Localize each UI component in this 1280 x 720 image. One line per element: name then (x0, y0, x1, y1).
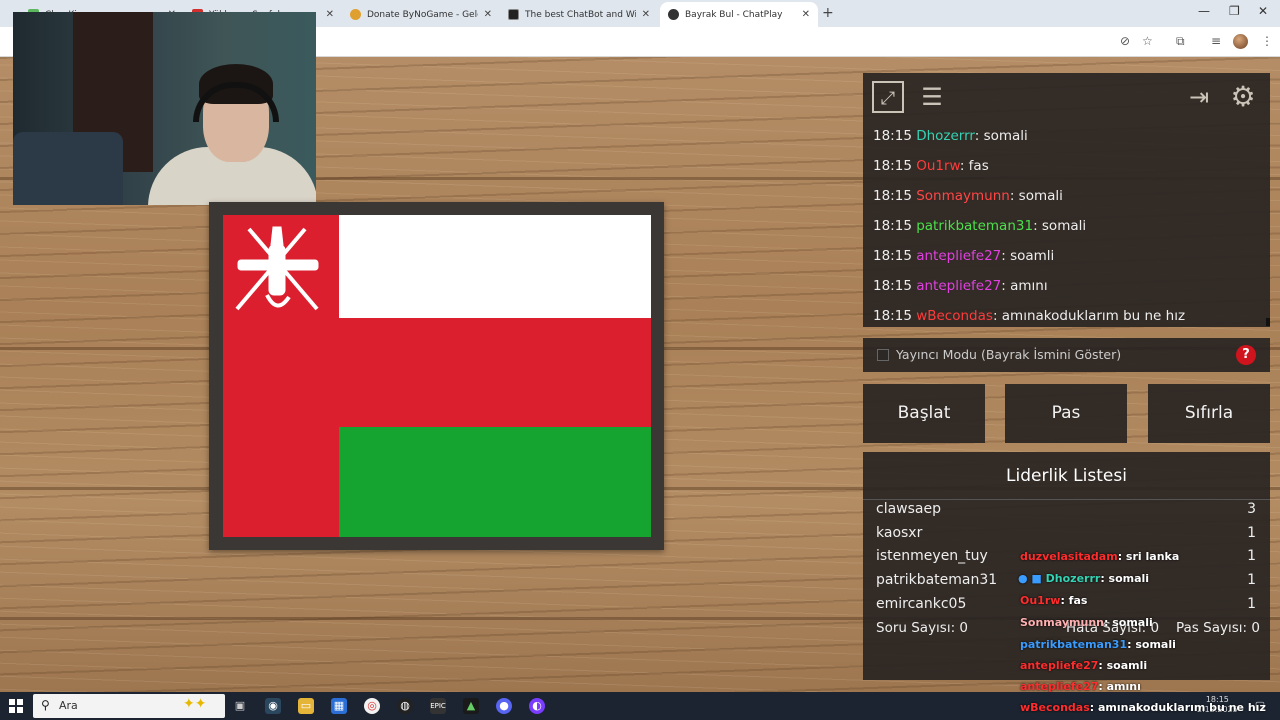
close-icon[interactable]: ✕ (802, 9, 810, 20)
overlay-chat-message: Ou1rw: fas (1020, 594, 1088, 607)
tab-favicon-icon (350, 9, 361, 20)
media-icon[interactable]: ≡ (1211, 34, 1221, 48)
sparkle-icon: ✦✦ (183, 696, 207, 712)
fullscreen-icon[interactable]: ⤢ (872, 81, 904, 113)
windows-start-icon[interactable] (9, 699, 23, 713)
discord-icon[interactable]: ● (496, 698, 512, 714)
chat-panel: ⤢ ☰ ⇥ ⚙ 18:15 Dhozerrr: somali 18:15 Ou1… (863, 73, 1270, 327)
close-icon[interactable]: ✕ (642, 9, 650, 20)
webcam-feed (13, 12, 316, 205)
streamer-mode-bar: Yayıncı Modu (Bayrak İsmini Göster) ? (863, 338, 1270, 372)
messenger-icon[interactable]: ◐ (529, 698, 545, 714)
chat-message: 18:15 Sonmaymunn: somali (873, 188, 1063, 204)
gear-icon[interactable]: ⚙ (1227, 81, 1259, 113)
close-window-button[interactable]: ✕ (1258, 4, 1268, 18)
chat-message: 18:15 Dhozerrr: somali (873, 128, 1028, 144)
leaderboard-name: emircankc05 (876, 596, 967, 612)
epic-games-icon[interactable]: EPIC (430, 698, 446, 714)
flag-image (223, 215, 651, 537)
streamer-mode-checkbox[interactable] (877, 349, 889, 361)
leaderboard-name: clawsaep (876, 501, 941, 517)
chat-message: 18:15 patrikbateman31: somali (873, 218, 1087, 234)
chat-message: 18:15 Ou1rw: fas (873, 158, 989, 174)
obs-icon[interactable]: ◍ (397, 698, 413, 714)
taskbar-search[interactable]: ⚲ Ara ✦✦ (33, 694, 225, 718)
app-icon[interactable]: ▲ (463, 698, 479, 714)
leaderboard-name: kaosxr (876, 525, 923, 541)
bookmark-star-icon[interactable]: ☆ (1142, 34, 1153, 48)
pass-count: Pas Sayısı: 0 (1176, 620, 1260, 636)
leaderboard-score: 1 (1247, 548, 1256, 564)
chat-message: 18:15 antepliefe27: soamli (873, 248, 1055, 264)
chat-scrollbar[interactable] (1266, 318, 1270, 326)
browser-tab-chatbot[interactable]: The best ChatBot and Widgets ✕ (500, 2, 658, 27)
question-count: Soru Sayısı: 0 (876, 620, 969, 636)
close-icon[interactable]: ✕ (326, 9, 334, 20)
maximize-button[interactable]: ❐ (1229, 4, 1240, 18)
overlay-chat-message: Sonmaymunn: somali (1020, 616, 1153, 629)
leaderboard-score: 3 (1247, 501, 1256, 517)
leaderboard-score: 1 (1247, 596, 1256, 612)
logout-icon[interactable]: ⇥ (1183, 81, 1215, 113)
eye-off-icon[interactable]: ⊘ (1120, 34, 1130, 48)
chat-message: 18:15 antepliefe27: amını (873, 278, 1048, 294)
tab-favicon-icon (508, 9, 519, 20)
start-button[interactable]: Başlat (863, 384, 985, 443)
overlay-chat-message: ● ■ Dhozerrr: somali (1018, 572, 1150, 585)
search-icon: ⚲ (41, 698, 50, 712)
profile-avatar[interactable] (1233, 34, 1248, 49)
help-button[interactable]: ? (1236, 345, 1256, 365)
close-icon[interactable]: ✕ (484, 9, 492, 20)
overlay-chat-message: duzvelasitadam: sri lanka (1020, 550, 1180, 563)
tab-favicon-icon (668, 9, 679, 20)
reset-button[interactable]: Sıfırla (1148, 384, 1270, 443)
browser-tab-donate[interactable]: Donate ByNoGame - Gelen/Gid ✕ (342, 2, 500, 27)
store-icon[interactable]: ▦ (331, 698, 347, 714)
overlay-chat-message: wBecondas: amınakoduklarım bu ne hız (1020, 701, 1266, 714)
file-explorer-icon[interactable]: ▭ (298, 698, 314, 714)
leaderboard-name: patrikbateman31 (876, 572, 998, 588)
minimize-button[interactable]: — (1198, 4, 1210, 18)
list-icon[interactable]: ☰ (916, 81, 948, 113)
chat-message: 18:15 wBecondas: amınakoduklarım bu ne h… (873, 308, 1186, 324)
leaderboard-score: 1 (1247, 525, 1256, 541)
streamer-mode-label: Yayıncı Modu (Bayrak İsmini Göster) (896, 347, 1122, 362)
task-view-icon[interactable]: ▣ (232, 698, 248, 714)
leaderboard-title: Liderlik Listesi (1006, 466, 1127, 486)
overlay-chat-message: patrikbateman31: somali (1020, 638, 1176, 651)
menu-icon[interactable]: ⋮ (1261, 34, 1273, 48)
steam-icon[interactable]: ◉ (265, 698, 281, 714)
chrome-icon[interactable]: ◎ (364, 698, 380, 714)
leaderboard-name: istenmeyen_tuy (876, 548, 988, 564)
leaderboard-score: 1 (1247, 572, 1256, 588)
browser-tab-bayrak-bul[interactable]: Bayrak Bul - ChatPlay ✕ (660, 2, 818, 27)
extensions-icon[interactable]: ⧉ (1176, 34, 1185, 49)
new-tab-button[interactable]: + (822, 5, 834, 21)
pass-button[interactable]: Pas (1005, 384, 1127, 443)
overlay-chat-message: antepliefe27: soamli (1020, 659, 1148, 672)
